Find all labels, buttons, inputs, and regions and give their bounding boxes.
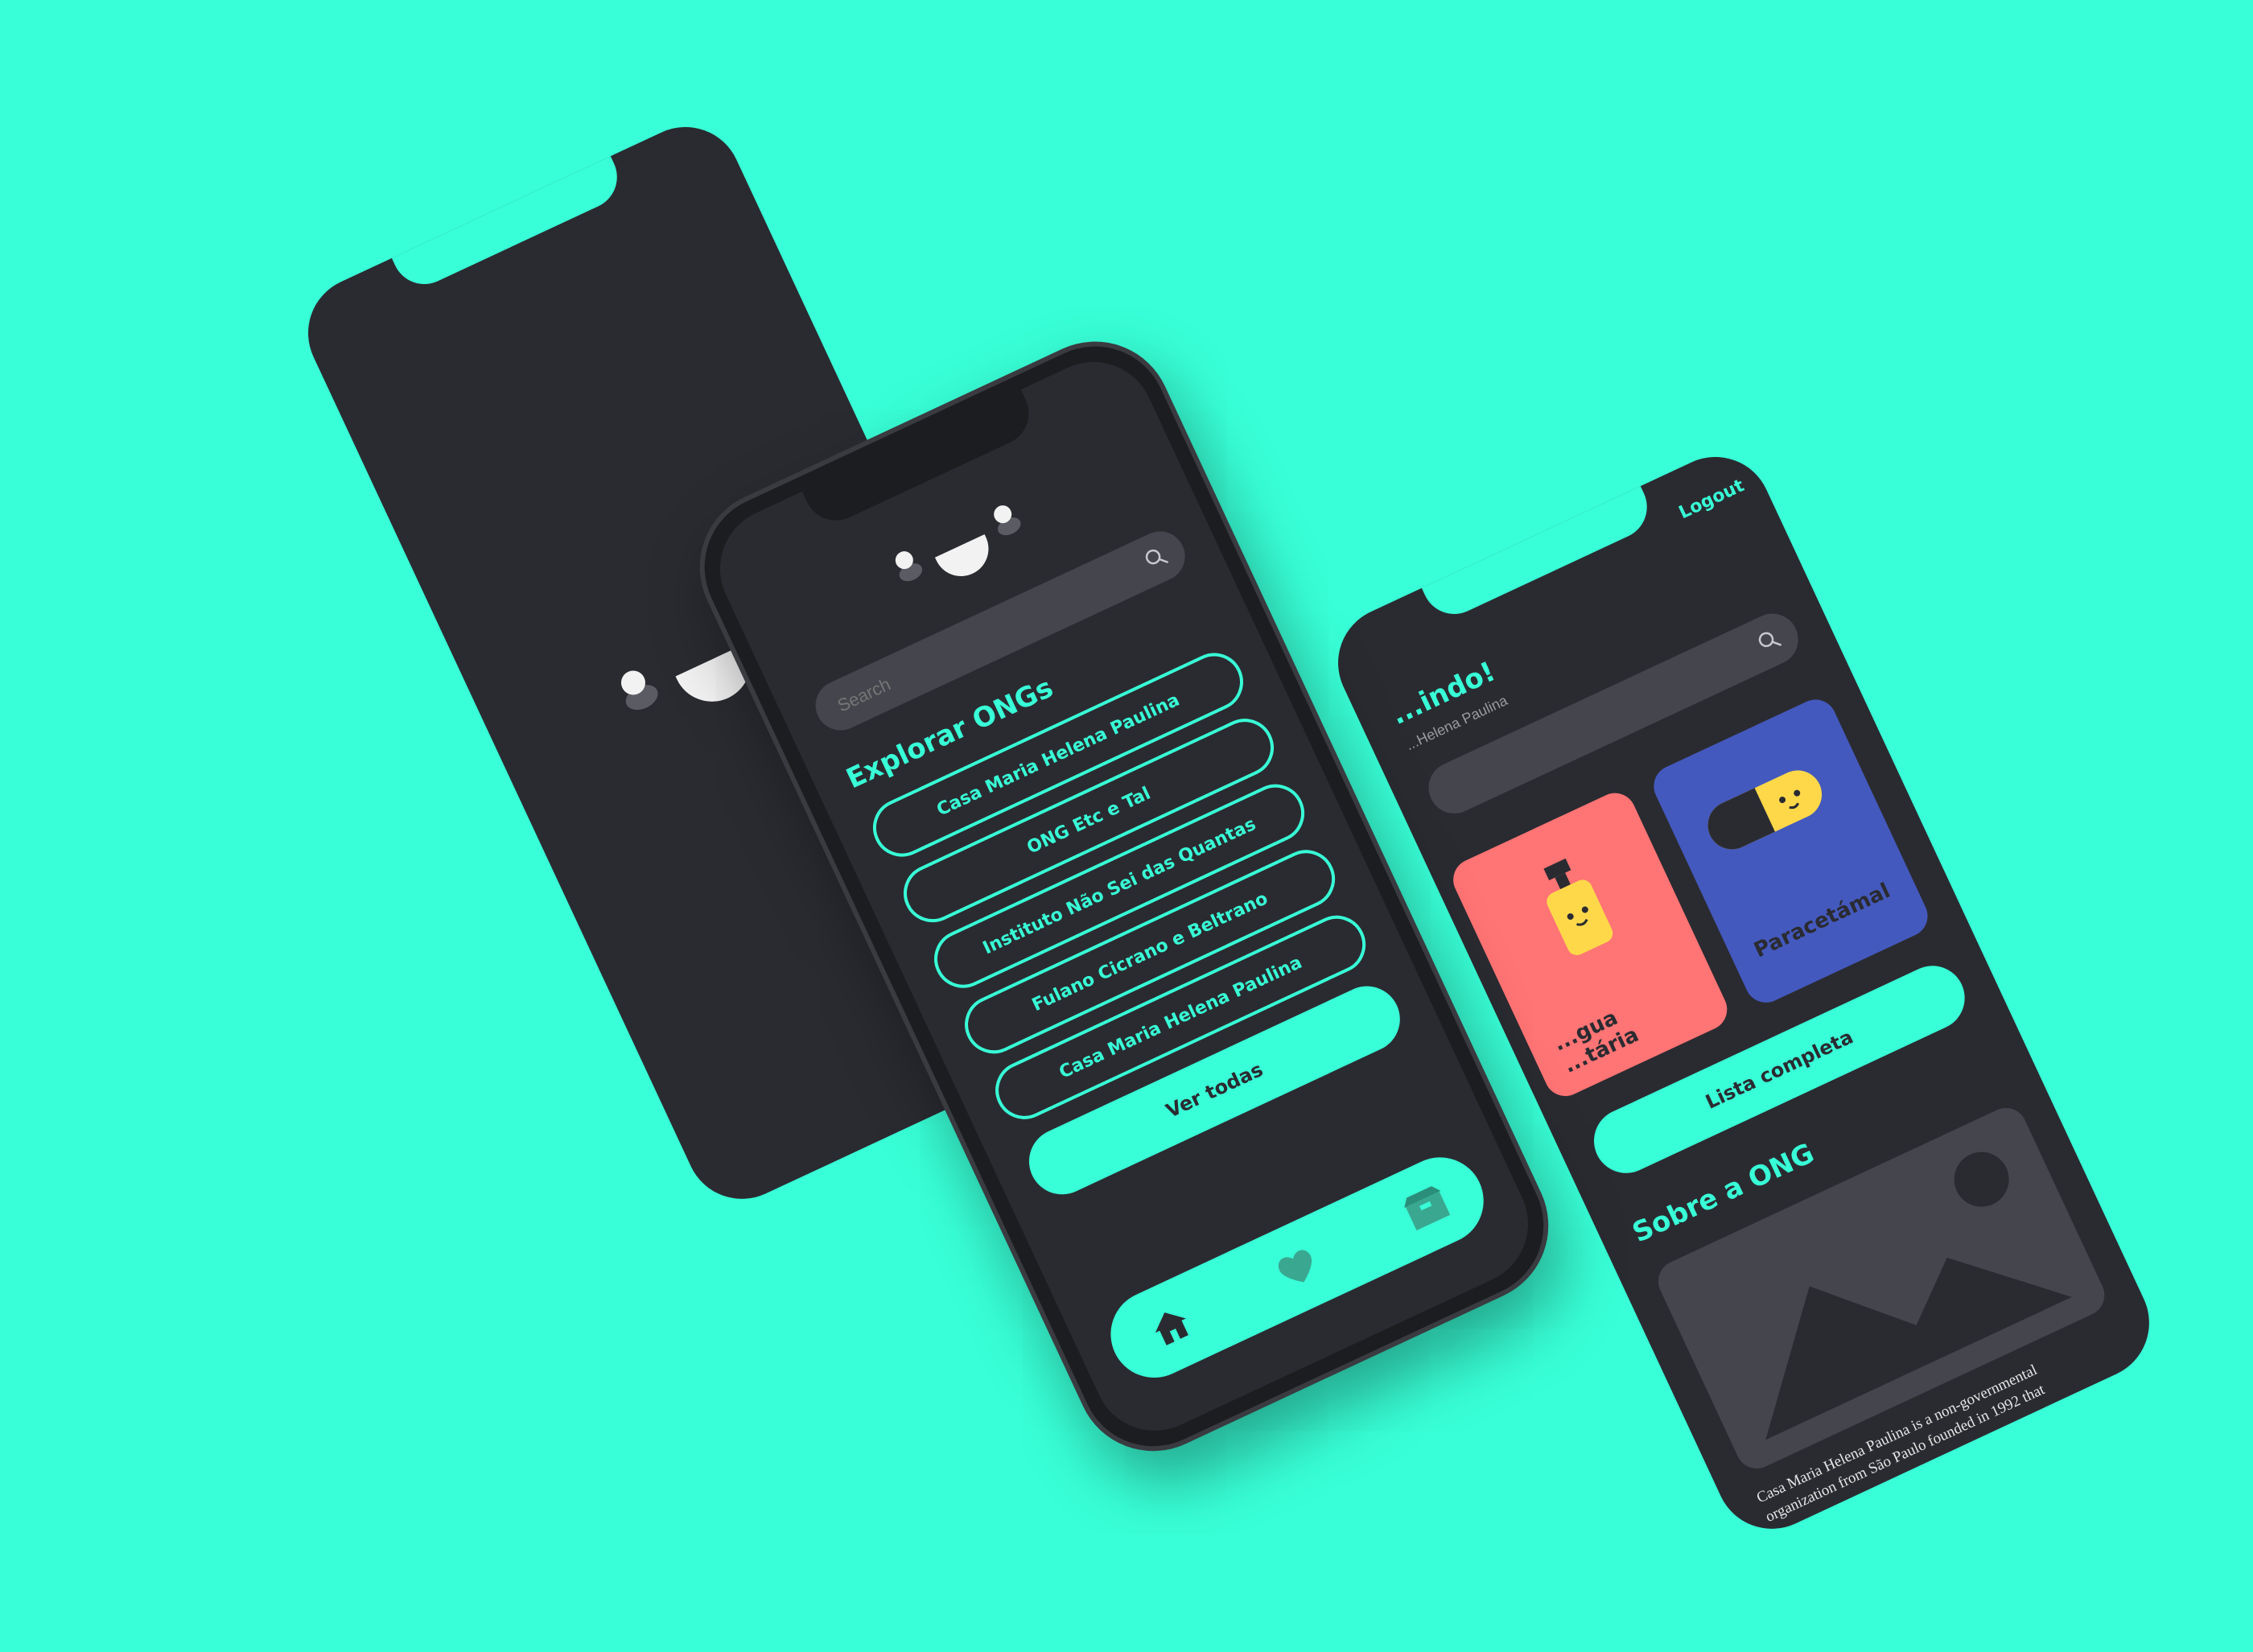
search-icon[interactable] [1141,543,1171,573]
home-icon[interactable] [1144,1300,1197,1353]
explore-screen: Explorar ONGs Casa Maria Helena Paulina … [700,341,1548,1451]
explore-phone: Explorar ONGs Casa Maria Helena Paulina … [0,0,2253,1652]
heart-icon[interactable] [1270,1241,1324,1293]
mouth [934,534,998,586]
box-icon[interactable] [1398,1180,1454,1234]
bottom-tab-bar [1096,1143,1498,1392]
search-input[interactable] [831,565,1123,720]
